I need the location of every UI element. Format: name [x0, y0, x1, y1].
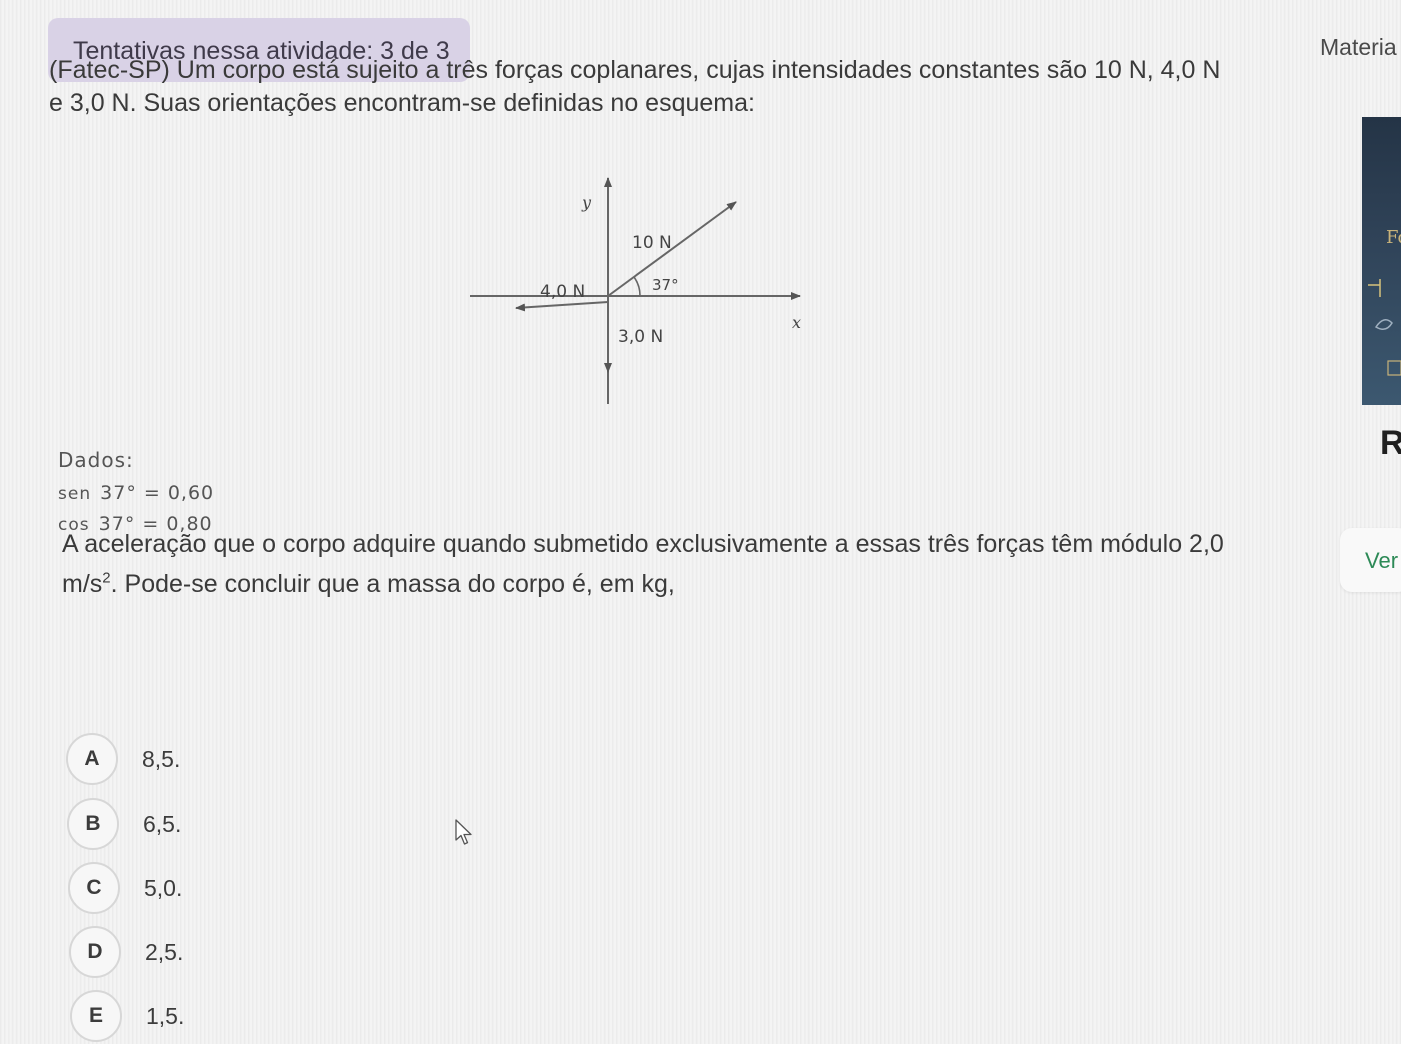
option-letter-badge: A — [66, 733, 118, 785]
question-statement-line-1: (Fatec-SP) Um corpo está sujeito a três … — [49, 56, 1221, 84]
question-statement: (Fatec-SP) Um corpo está sujeito a três … — [49, 54, 1269, 120]
prompt-rest: . Pode-se concluir que a massa do corpo … — [110, 570, 675, 598]
force-4n-arrow — [515, 301, 609, 312]
option-letter-badge: C — [68, 862, 120, 914]
option-c[interactable]: C 5,0. — [68, 860, 182, 916]
option-letter-badge: D — [69, 926, 121, 978]
given-sen-fn: sen — [58, 484, 92, 504]
force-3n-label: 3,0 N — [618, 327, 663, 347]
force-10n-label: 10 N — [632, 233, 672, 253]
option-text: 8,5. — [142, 745, 181, 772]
option-a[interactable]: A 8,5. — [66, 731, 180, 787]
y-axis-label: y — [581, 193, 592, 212]
option-text: 6,5. — [143, 810, 182, 837]
force-diagram: y x 10 N 4,0 N 3,0 N 37° — [470, 177, 801, 404]
question-prompt-line-2: m/s2. Pode-se concluir que a massa do co… — [62, 564, 1262, 604]
force-4n-label: 4,0 N — [540, 282, 585, 302]
angle-label: 37° — [652, 276, 679, 294]
side-panel-text: Fo — [1386, 227, 1401, 248]
side-view-button[interactable]: Ver — [1340, 528, 1401, 592]
given-title: Dados: — [58, 448, 134, 472]
side-panel-header: Materia — [1320, 34, 1397, 60]
option-text: 2,5. — [145, 938, 184, 965]
question-prompt-line-1: A aceleração que o corpo adquire quando … — [62, 530, 1224, 558]
given-sen-value: 37° = 0,60 — [100, 482, 215, 504]
given-sen: sen 37° = 0,60 — [58, 478, 214, 509]
unit-exponent: 2 — [102, 569, 111, 587]
option-letter-badge: E — [70, 990, 122, 1042]
angle-arc — [633, 276, 641, 297]
mouse-pointer-icon — [455, 819, 472, 845]
option-d[interactable]: D 2,5. — [69, 924, 183, 980]
unit-base: m/s — [62, 570, 103, 598]
option-text: 5,0. — [144, 874, 183, 901]
side-media-thumbnail[interactable]: Fo — [1362, 117, 1401, 405]
question-prompt: A aceleração que o corpo adquire quando … — [62, 524, 1262, 604]
option-b[interactable]: B 6,5. — [67, 796, 181, 852]
option-text: 1,5. — [146, 1002, 185, 1029]
question-statement-line-2: e 3,0 N. Suas orientações encontram-se d… — [49, 89, 755, 117]
option-letter-badge: B — [67, 798, 119, 850]
side-panel-diagram-icon — [1368, 279, 1401, 376]
x-axis-label: x — [792, 313, 801, 332]
side-panel-label: R — [1380, 424, 1401, 462]
option-e[interactable]: E 1,5. — [70, 988, 184, 1044]
